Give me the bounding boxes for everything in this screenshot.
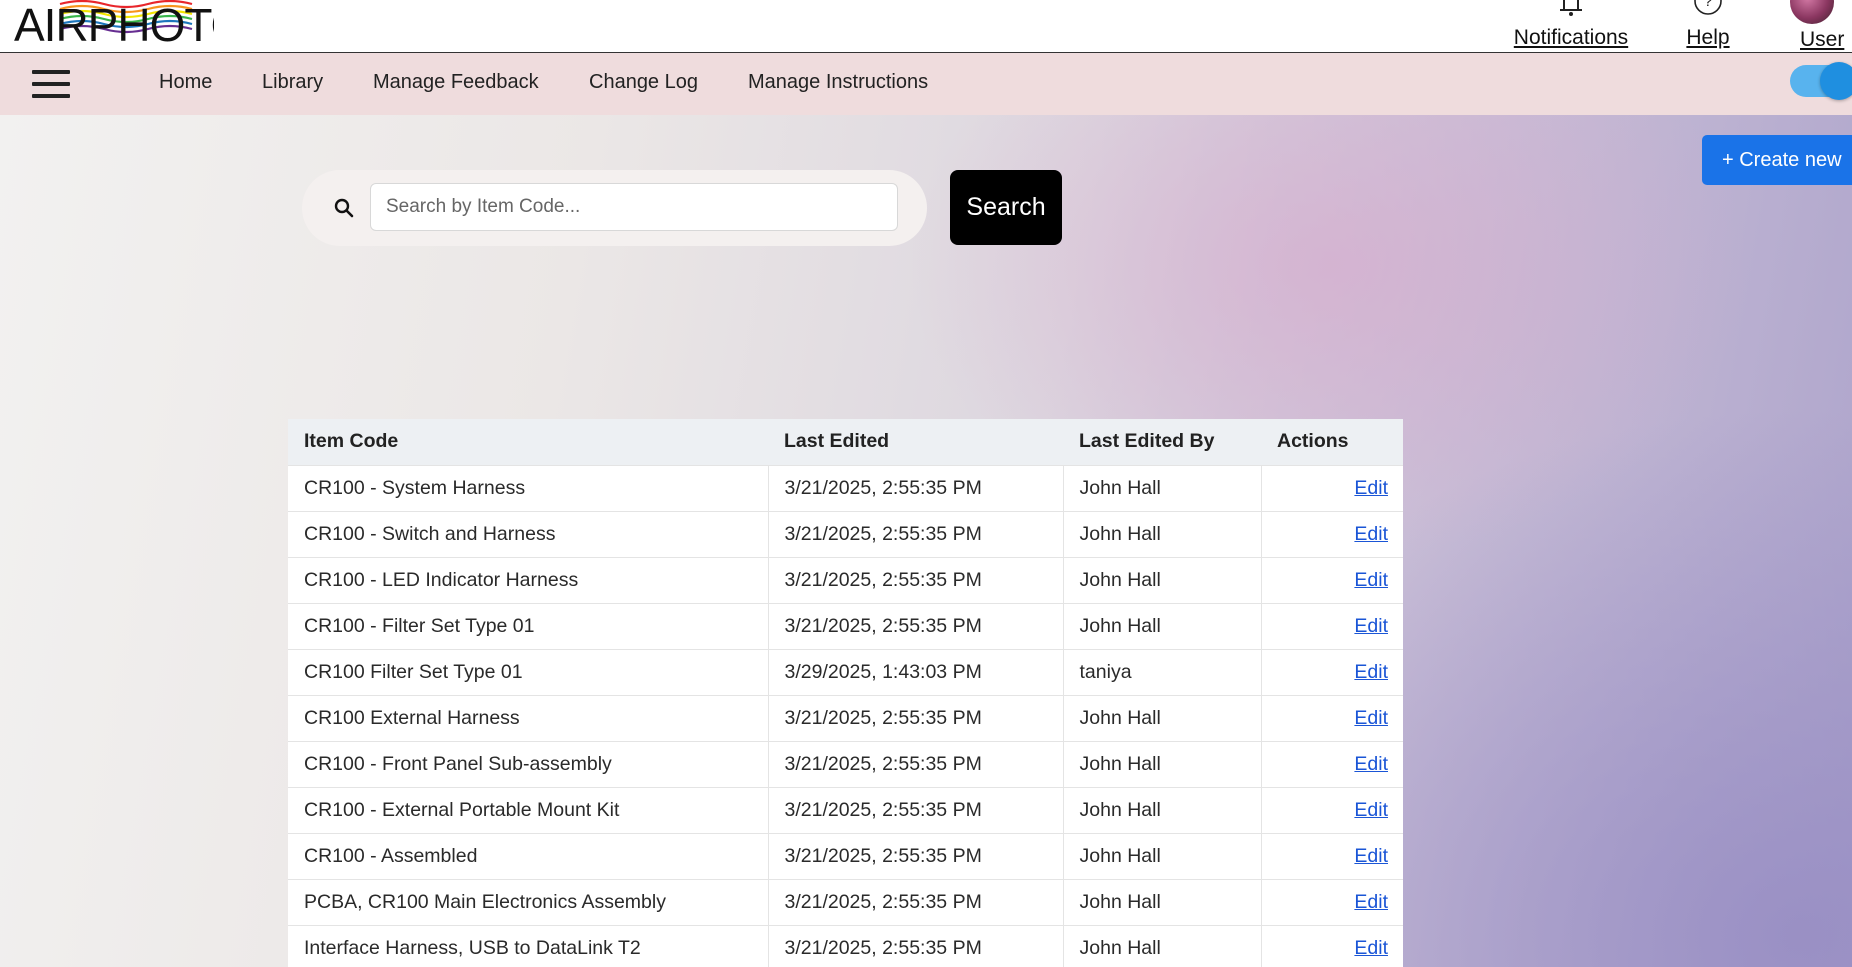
column-header-last-edited-by[interactable]: Last Edited By: [1063, 419, 1261, 465]
last-edited-cell: 3/21/2025, 2:55:35 PM: [767, 510, 1063, 557]
column-header-actions: Actions: [1261, 419, 1403, 465]
table-row: CR100 External Harness 3/21/2025, 2:55:3…: [288, 694, 1403, 741]
last-edited-by-cell: taniya: [1062, 648, 1261, 695]
table-row: Interface Harness, USB to DataLink T2 3/…: [288, 924, 1403, 967]
item-code-cell: CR100 - Front Panel Sub-assembly: [288, 740, 768, 787]
last-edited-cell: 3/21/2025, 2:55:35 PM: [767, 464, 1063, 511]
table-row: CR100 - Switch and Harness 3/21/2025, 2:…: [288, 510, 1403, 557]
item-code-cell: CR100 External Harness: [288, 694, 768, 741]
edit-link[interactable]: Edit: [1354, 615, 1388, 637]
last-edited-by-cell: John Hall: [1062, 878, 1261, 925]
last-edited-by-cell: John Hall: [1062, 464, 1261, 511]
item-code-cell: CR100 - Filter Set Type 01: [288, 602, 768, 649]
nav-manage-feedback[interactable]: Manage Feedback: [373, 71, 539, 94]
top-bar: AIRPHOTON Notifications ? Help User: [0, 0, 1852, 53]
table-row: CR100 - LED Indicator Harness 3/21/2025,…: [288, 556, 1403, 603]
items-table: Item Code Last Edited Last Edited By Act…: [288, 419, 1403, 967]
last-edited-cell: 3/29/2025, 1:43:03 PM: [767, 648, 1063, 695]
last-edited-by-cell: John Hall: [1062, 556, 1261, 603]
actions-cell: Edit: [1260, 924, 1403, 967]
last-edited-by-cell: John Hall: [1062, 510, 1261, 557]
last-edited-cell: 3/21/2025, 2:55:35 PM: [767, 878, 1063, 925]
item-code-cell: CR100 - External Portable Mount Kit: [288, 786, 768, 833]
notifications-link[interactable]: Notifications: [1508, 0, 1634, 49]
last-edited-by-cell: John Hall: [1062, 740, 1261, 787]
table-row: CR100 - System Harness 3/21/2025, 2:55:3…: [288, 464, 1403, 511]
actions-cell: Edit: [1260, 556, 1403, 603]
last-edited-by-cell: John Hall: [1062, 832, 1261, 879]
table-row: CR100 - Filter Set Type 01 3/21/2025, 2:…: [288, 602, 1403, 649]
theme-toggle[interactable]: [1790, 62, 1852, 100]
logo-wordmark: AIRPHOTON: [14, 0, 214, 46]
column-header-item-code[interactable]: Item Code: [288, 419, 768, 465]
nav-library[interactable]: Library: [262, 71, 323, 94]
create-new-button[interactable]: + Create new: [1702, 135, 1852, 185]
last-edited-by-cell: John Hall: [1062, 786, 1261, 833]
actions-cell: Edit: [1260, 602, 1403, 649]
avatar[interactable]: [1790, 0, 1834, 24]
edit-link[interactable]: Edit: [1354, 477, 1388, 499]
edit-link[interactable]: Edit: [1354, 707, 1388, 729]
table-row: CR100 - Front Panel Sub-assembly 3/21/20…: [288, 740, 1403, 787]
edit-link[interactable]: Edit: [1354, 799, 1388, 821]
edit-link[interactable]: Edit: [1354, 937, 1388, 959]
toggle-knob: [1820, 62, 1852, 100]
search-bar: [302, 170, 927, 246]
notifications-label[interactable]: Notifications: [1508, 26, 1634, 50]
table-row: CR100 - Assembled 3/21/2025, 2:55:35 PM …: [288, 832, 1403, 879]
table-row: CR100 Filter Set Type 01 3/29/2025, 1:43…: [288, 648, 1403, 695]
nav-manage-instructions[interactable]: Manage Instructions: [748, 71, 928, 94]
actions-cell: Edit: [1260, 510, 1403, 557]
item-code-cell: CR100 Filter Set Type 01: [288, 648, 768, 695]
actions-cell: Edit: [1260, 786, 1403, 833]
last-edited-by-cell: John Hall: [1062, 602, 1261, 649]
actions-cell: Edit: [1260, 464, 1403, 511]
table-header-row: Item Code Last Edited Last Edited By Act…: [288, 419, 1403, 465]
last-edited-cell: 3/21/2025, 2:55:35 PM: [767, 832, 1063, 879]
item-code-cell: PCBA, CR100 Main Electronics Assembly: [288, 878, 768, 925]
item-code-cell: CR100 - System Harness: [288, 464, 768, 511]
item-code-cell: CR100 - Assembled: [288, 832, 768, 879]
last-edited-cell: 3/21/2025, 2:55:35 PM: [767, 786, 1063, 833]
table-row: PCBA, CR100 Main Electronics Assembly 3/…: [288, 878, 1403, 925]
edit-link[interactable]: Edit: [1354, 523, 1388, 545]
nav-home[interactable]: Home: [159, 71, 212, 94]
last-edited-cell: 3/21/2025, 2:55:35 PM: [767, 602, 1063, 649]
item-code-cell: CR100 - Switch and Harness: [288, 510, 768, 557]
actions-cell: Edit: [1260, 832, 1403, 879]
item-code-cell: CR100 - LED Indicator Harness: [288, 556, 768, 603]
svg-text:?: ?: [1704, 0, 1712, 10]
actions-cell: Edit: [1260, 694, 1403, 741]
edit-link[interactable]: Edit: [1354, 845, 1388, 867]
bell-icon: [1508, 0, 1634, 20]
search-icon: [334, 198, 354, 218]
help-icon: ?: [1693, 0, 1723, 24]
edit-link[interactable]: Edit: [1354, 753, 1388, 775]
user-label[interactable]: User: [1800, 28, 1844, 52]
main-content: + Create new Search Item Code Last Edite…: [0, 115, 1852, 967]
edit-link[interactable]: Edit: [1354, 661, 1388, 683]
airphoton-logo[interactable]: AIRPHOTON: [12, 0, 214, 48]
edit-link[interactable]: Edit: [1354, 891, 1388, 913]
last-edited-by-cell: John Hall: [1062, 694, 1261, 741]
edit-link[interactable]: Edit: [1354, 569, 1388, 591]
menu-icon[interactable]: [32, 70, 70, 98]
help-label[interactable]: Help: [1680, 26, 1736, 50]
nav-change-log[interactable]: Change Log: [589, 71, 698, 94]
last-edited-cell: 3/21/2025, 2:55:35 PM: [767, 740, 1063, 787]
search-button[interactable]: Search: [950, 170, 1062, 245]
last-edited-cell: 3/21/2025, 2:55:35 PM: [767, 556, 1063, 603]
search-input[interactable]: [370, 183, 898, 231]
nav-bar: Home Library Manage Feedback Change Log …: [0, 53, 1852, 115]
last-edited-by-cell: John Hall: [1062, 924, 1261, 967]
table-row: CR100 - External Portable Mount Kit 3/21…: [288, 786, 1403, 833]
column-header-last-edited[interactable]: Last Edited: [768, 419, 1063, 465]
svg-text:AIRPHOTON: AIRPHOTON: [14, 0, 214, 46]
last-edited-cell: 3/21/2025, 2:55:35 PM: [767, 694, 1063, 741]
last-edited-cell: 3/21/2025, 2:55:35 PM: [767, 924, 1063, 967]
actions-cell: Edit: [1260, 648, 1403, 695]
actions-cell: Edit: [1260, 740, 1403, 787]
item-code-cell: Interface Harness, USB to DataLink T2: [288, 924, 768, 967]
actions-cell: Edit: [1260, 878, 1403, 925]
